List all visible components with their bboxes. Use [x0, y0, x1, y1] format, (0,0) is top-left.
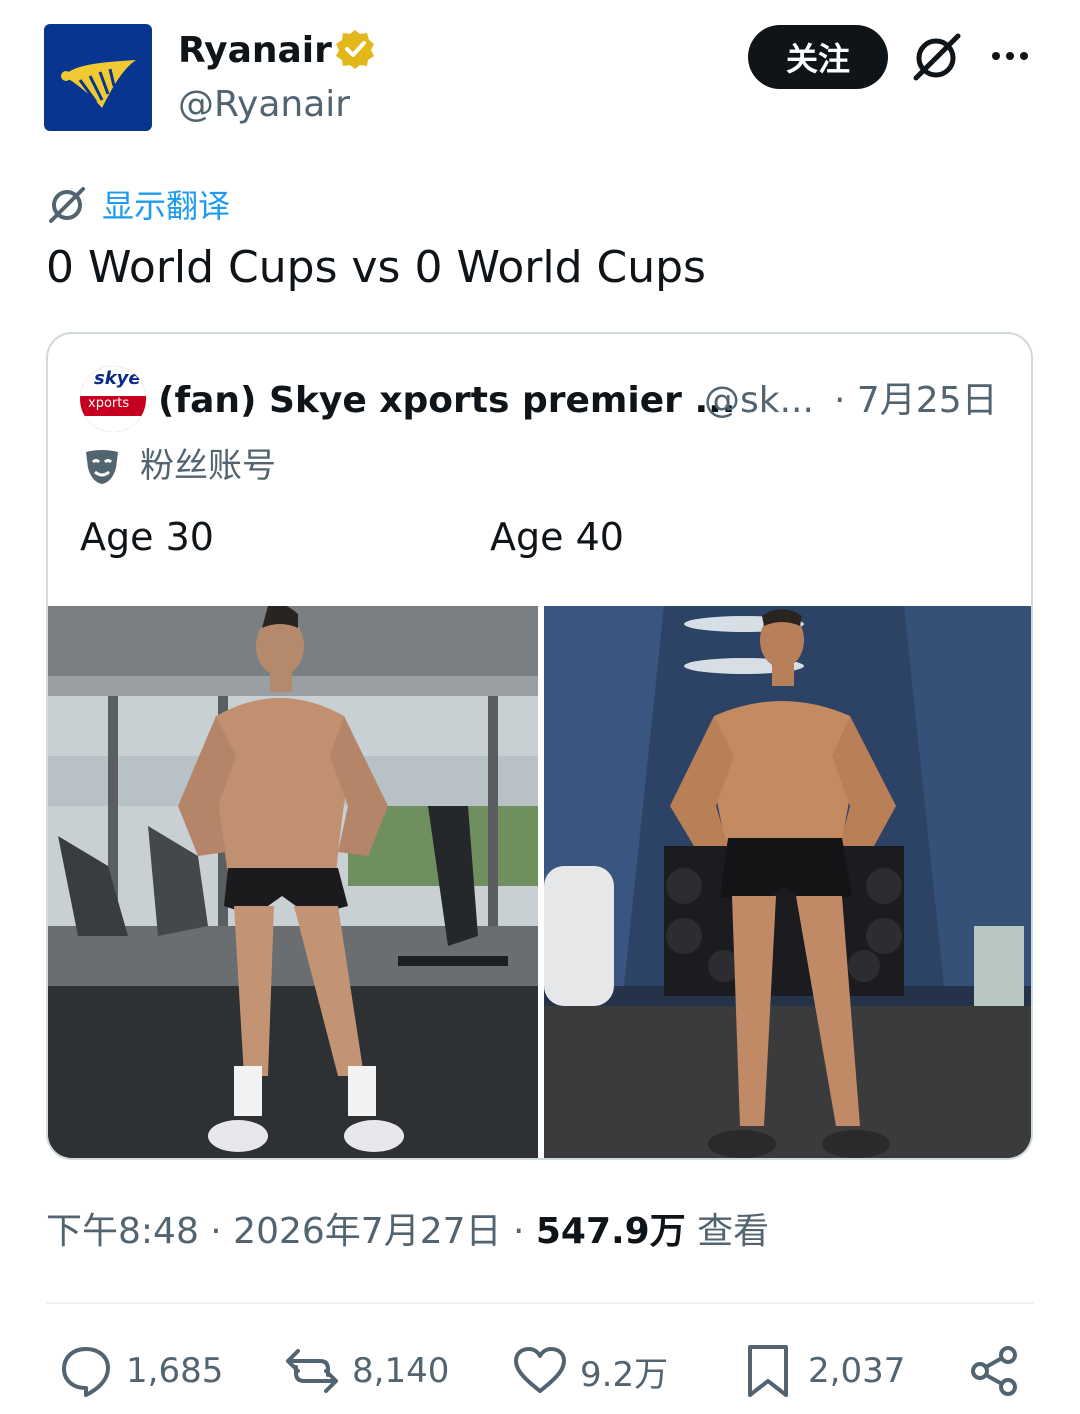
quoted-display-name[interactable]: (fan) Skye xports premier ...: [158, 378, 735, 424]
gym-photo-right: [544, 606, 1031, 1158]
quoted-caption-left: Age 30: [80, 515, 214, 559]
bookmark-count: 2,037: [808, 1351, 906, 1391]
tweet-text: 0 World Cups vs 0 World Cups: [46, 242, 706, 293]
user-handle[interactable]: @Ryanair: [178, 82, 350, 128]
view-count[interactable]: 547.9万: [536, 1211, 686, 1252]
like-button[interactable]: 9.2万: [512, 1338, 668, 1404]
avatar-sub-text: xports: [88, 396, 130, 411]
divider: [46, 1302, 1034, 1304]
quoted-caption-right: Age 40: [490, 515, 624, 559]
gym-photo-left: [48, 606, 538, 1158]
quoted-avatar[interactable]: skye xports: [80, 366, 146, 432]
quoted-photo-left[interactable]: [48, 606, 538, 1158]
heart-icon: [514, 1347, 566, 1393]
avatar-brand-text: skye: [94, 368, 141, 389]
display-name[interactable]: Ryanair: [178, 28, 332, 74]
grok-icon[interactable]: [910, 30, 964, 84]
verified-badge-icon: [336, 30, 374, 69]
bookmark-button[interactable]: 2,037: [740, 1338, 905, 1404]
repost-count: 8,140: [352, 1351, 450, 1391]
show-translation-link[interactable]: 显示翻译: [46, 182, 230, 226]
quoted-date[interactable]: · 7月25日: [834, 378, 998, 424]
show-translation-label: 显示翻译: [102, 187, 231, 225]
fan-account-badge: 粉丝账号: [82, 444, 276, 488]
tweet-timestamp[interactable]: 下午8:48 · 2026年7月27日 ·: [46, 1211, 536, 1252]
more-options-icon[interactable]: [988, 34, 1032, 78]
quoted-photo-right[interactable]: [544, 606, 1031, 1158]
tweet-meta: 下午8:48 · 2026年7月27日 · 547.9万 查看: [46, 1206, 769, 1258]
like-count: 9.2万: [580, 1354, 669, 1395]
quoted-tweet-card[interactable]: skye xports (fan) Skye xports premier ..…: [46, 332, 1033, 1160]
reply-icon: [62, 1347, 110, 1397]
harp-logo-icon: [61, 60, 136, 108]
repost-icon: [286, 1349, 338, 1393]
quoted-handle[interactable]: @sk...: [704, 378, 814, 424]
repost-button[interactable]: 8,140: [284, 1338, 449, 1404]
share-button[interactable]: [966, 1338, 1022, 1404]
grok-icon: [49, 187, 85, 223]
views-label: 查看: [685, 1211, 770, 1252]
follow-button[interactable]: 关注: [748, 25, 888, 89]
ryanair-logo[interactable]: [44, 24, 152, 131]
share-icon: [971, 1346, 1017, 1396]
mask-icon: [86, 450, 118, 484]
reply-button[interactable]: 1,685: [58, 1338, 223, 1404]
bookmark-icon: [748, 1345, 788, 1397]
reply-count: 1,685: [126, 1351, 224, 1391]
fan-account-label: 粉丝账号: [140, 446, 276, 486]
